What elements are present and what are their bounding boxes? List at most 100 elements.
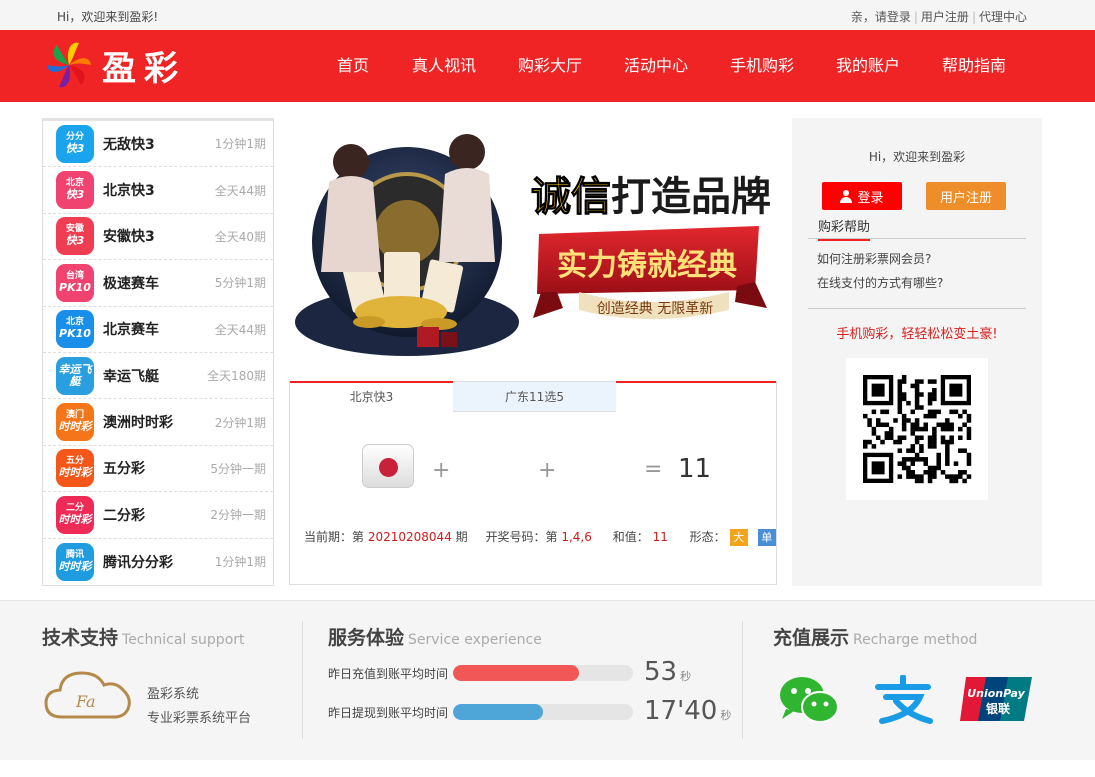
dice-one-icon bbox=[362, 444, 414, 488]
game-name: 无敌快3 bbox=[103, 136, 155, 153]
sum-value: 11 bbox=[652, 530, 668, 544]
help-link-register[interactable]: 如何注册彩票网会员? bbox=[817, 250, 931, 267]
svg-text:UnionPay: UnionPay bbox=[967, 687, 1025, 700]
game-period: 2分钟一期 bbox=[210, 508, 266, 523]
divider bbox=[742, 621, 743, 739]
register-link[interactable]: 用户注册 bbox=[921, 10, 969, 24]
login-label: 登录 bbox=[857, 190, 884, 206]
period-label: 当前期：第 bbox=[304, 530, 365, 544]
divider bbox=[302, 621, 303, 739]
panel-welcome: Hi，欢迎来到盈彩 bbox=[868, 150, 966, 164]
banner-headline: 诚信打造品牌 bbox=[531, 174, 771, 220]
game-name: 五分彩 bbox=[103, 461, 145, 478]
game-icon: 北京 快3 bbox=[56, 171, 94, 210]
main-nav: 首页 真人视讯 购彩大厅 活动中心 手机购彩 我的账户 帮助指南 bbox=[318, 30, 1024, 102]
game-name: 极速赛车 bbox=[103, 275, 159, 292]
promo-banner[interactable]: 诚信打造品牌 实力铸就经典 创造经典 无限革新 bbox=[289, 122, 779, 367]
main-content: 分分 快3 无敌快3 1分钟1期 北京 快3 北京快3 全天44期 安徽 快3 安徽快3 全天40期台… bbox=[0, 102, 1095, 599]
draw-info: 当前期：第 20210208044 期 开奖号码：第 1,4,6 和值： 11 … bbox=[304, 528, 776, 546]
shape-label: 形态： bbox=[689, 530, 726, 544]
game-icon: 二分 时时彩 bbox=[56, 495, 94, 534]
equals-sign: = bbox=[644, 457, 663, 482]
game-list-item[interactable]: 幸运飞艇 幸运飞艇 全天180期 bbox=[43, 353, 273, 400]
deposit-time-bar bbox=[453, 665, 633, 681]
account-panel: Hi，欢迎来到盈彩 登录 用户注册 购彩帮助 如何注册彩票网会员? 在线支付的方… bbox=[792, 118, 1042, 586]
lottery-result-panel: 北京快3 广东11选5 + + = 11 当前期：第 20210208044 期… bbox=[289, 381, 777, 585]
game-list-item[interactable]: 腾讯 时时彩 腾讯分分彩 1分钟1期 bbox=[43, 539, 273, 585]
game-period: 全天44期 bbox=[214, 183, 266, 198]
nav-home[interactable]: 首页 bbox=[318, 30, 388, 102]
agent-link[interactable]: 代理中心 bbox=[979, 10, 1027, 24]
withdraw-time-bar bbox=[453, 704, 633, 720]
period-suffix: 期 bbox=[455, 530, 468, 544]
game-list-item[interactable]: 澳门 时时彩 澳洲时时彩 2分钟1期 bbox=[43, 399, 273, 446]
logo[interactable]: 盈彩 bbox=[44, 40, 186, 90]
register-button[interactable]: 用户注册 bbox=[926, 182, 1006, 210]
game-period: 1分钟1期 bbox=[214, 555, 266, 570]
top-links: 亲，请登录 | 用户注册 | 代理中心 bbox=[850, 10, 1027, 24]
banner-tagline: 创造经典 无限革新 bbox=[597, 301, 713, 317]
tech-line-1: 盈彩系统 bbox=[147, 687, 200, 702]
wechat-pay-icon bbox=[780, 677, 839, 723]
game-period: 1分钟1期 bbox=[214, 137, 266, 152]
plus-sign: + bbox=[432, 458, 451, 483]
game-icon: 澳门 时时彩 bbox=[56, 403, 94, 442]
tab-guangdong-11x5[interactable]: 广东11选5 bbox=[453, 381, 616, 412]
nav-account[interactable]: 我的账户 bbox=[818, 30, 918, 102]
tech-line-2: 专业彩票系统平台 bbox=[147, 711, 252, 726]
login-button[interactable]: 登录 bbox=[822, 182, 902, 210]
nav-activity[interactable]: 活动中心 bbox=[606, 30, 706, 102]
game-period: 全天180期 bbox=[207, 369, 266, 384]
login-link[interactable]: 亲，请登录 bbox=[851, 10, 911, 24]
game-icon: 台湾 PK10 bbox=[56, 263, 94, 302]
game-list-item[interactable]: 北京 快3 北京快3 全天44期 bbox=[43, 167, 273, 214]
game-period: 全天44期 bbox=[214, 322, 266, 337]
user-icon bbox=[840, 189, 853, 203]
nav-live-video[interactable]: 真人视讯 bbox=[394, 30, 494, 102]
sum-result: 11 bbox=[678, 454, 712, 484]
draw-numbers-label: 开奖号码：第 bbox=[485, 530, 558, 544]
tab-beijing-k3[interactable]: 北京快3 bbox=[290, 383, 453, 412]
header: 盈彩 首页 真人视讯 购彩大厅 活动中心 手机购彩 我的账户 帮助指南 bbox=[0, 30, 1095, 102]
nav-help[interactable]: 帮助指南 bbox=[924, 30, 1024, 102]
game-list-item[interactable]: 五分 时时彩 五分彩 5分钟一期 bbox=[43, 446, 273, 493]
draw-result: + + = 11 bbox=[290, 412, 776, 522]
game-name: 北京赛车 bbox=[103, 322, 159, 339]
game-period: 2分钟1期 bbox=[214, 415, 266, 430]
game-list-item[interactable]: 二分 时时彩 二分彩 2分钟一期 bbox=[43, 492, 273, 539]
period-number: 20210208044 bbox=[367, 530, 452, 544]
unionpay-icon: UnionPay 银联 bbox=[960, 677, 1032, 721]
alipay-icon bbox=[875, 675, 933, 724]
game-period: 5分钟1期 bbox=[214, 276, 266, 291]
withdraw-time-value: 17'40 秒 bbox=[644, 696, 732, 726]
game-icon: 北京 PK10 bbox=[56, 310, 94, 349]
game-list-item[interactable]: 安徽 快3 安徽快3 全天40期 bbox=[43, 214, 273, 261]
game-icon: 腾讯 时时彩 bbox=[56, 542, 94, 581]
shape-big-badge: 大 bbox=[729, 529, 748, 546]
top-bar: Hi，欢迎来到盈彩! 亲，请登录 | 用户注册 | 代理中心 bbox=[0, 0, 1095, 30]
logo-icon bbox=[47, 42, 91, 88]
divider bbox=[808, 308, 1026, 309]
logo-text: 盈彩 bbox=[102, 48, 186, 89]
game-period: 5分钟一期 bbox=[210, 461, 266, 476]
banner-subheadline: 实力铸就经典 bbox=[557, 248, 737, 283]
help-link-payment[interactable]: 在线支付的方式有哪些? bbox=[817, 274, 943, 291]
withdraw-bar-fill bbox=[453, 704, 543, 720]
deposit-bar-fill bbox=[453, 665, 579, 681]
game-icon: 分分 快3 bbox=[56, 124, 94, 163]
deposit-time-value: 53 秒 bbox=[644, 657, 692, 687]
game-icon: 五分 时时彩 bbox=[56, 449, 94, 488]
nav-mobile[interactable]: 手机购彩 bbox=[712, 30, 812, 102]
plus-sign: + bbox=[538, 458, 557, 483]
game-icon: 幸运飞艇 bbox=[56, 356, 94, 395]
game-list-item[interactable]: 分分 快3 无敌快3 1分钟1期 bbox=[43, 121, 273, 168]
game-list-item[interactable]: 台湾 PK10 极速赛车 5分钟1期 bbox=[43, 260, 273, 307]
nav-lottery-hall[interactable]: 购彩大厅 bbox=[500, 30, 600, 102]
game-name: 安徽快3 bbox=[103, 229, 155, 246]
lottery-tabs: 北京快3 广东11选5 bbox=[290, 381, 776, 412]
tech-support-title: 技术支持 Technical support bbox=[42, 627, 245, 649]
welcome-text: Hi，欢迎来到盈彩! bbox=[57, 10, 159, 24]
withdraw-time-label: 昨日提现到账平均时间 bbox=[328, 706, 449, 720]
game-list-item[interactable]: 北京 PK10 北京赛车 全天44期 bbox=[43, 307, 273, 353]
game-name: 二分彩 bbox=[103, 507, 145, 524]
